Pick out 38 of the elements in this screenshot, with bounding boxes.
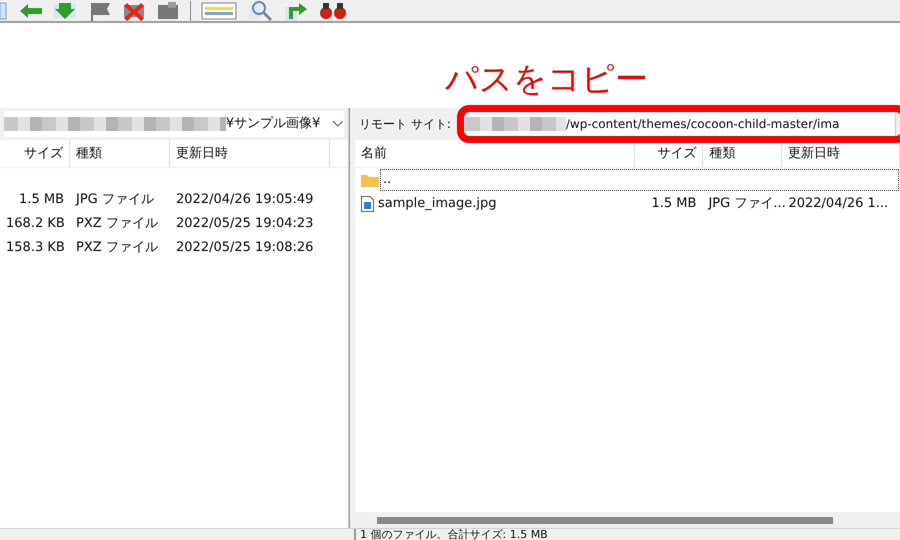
table-cell-text: 168.2 KB — [5, 215, 66, 234]
file-name[interactable]: .. — [383, 170, 392, 190]
table-cell-text: 158.3 KB — [5, 239, 66, 258]
folder-icon — [361, 173, 379, 187]
table-cell-text: JPG ファイル — [74, 191, 155, 210]
path-text: /wp-content/themes/cocoon-child-master/ima — [566, 116, 840, 133]
column-header[interactable]: サイズ — [0, 140, 70, 167]
window-icon[interactable] — [201, 0, 237, 21]
binoculars-icon[interactable] — [319, 0, 347, 21]
flag-icon[interactable] — [88, 0, 112, 21]
path-field[interactable]: /wp-content/themes/cocoon-child-master/ima — [464, 111, 896, 137]
table-cell-text: 1.5 MB — [650, 195, 698, 214]
file-name[interactable]: sample_image.jpg — [378, 194, 497, 214]
column-header[interactable]: サイズ — [634, 140, 704, 167]
table-cell-text: PXZ ファイル — [75, 215, 159, 234]
column-header[interactable]: 更新日時 — [170, 140, 330, 167]
arrow-down-icon[interactable] — [54, 0, 78, 21]
table-cell-text: JPG ファイ... — [706, 195, 782, 214]
path-field[interactable]: ¥サンプル画像¥ — [4, 111, 344, 137]
scrollbar-thumb[interactable] — [377, 516, 833, 524]
dropdown-icon[interactable] — [332, 120, 344, 128]
table-cell-text: PXZ ファイル — [75, 239, 159, 258]
annotation-label: パスをコピー — [445, 59, 648, 99]
table-cell-text: 2022/05/25 19:04:23 — [175, 215, 314, 234]
column-header[interactable]: 更新日時 — [782, 140, 900, 167]
table-cell-text: 2022/04/26 19:05:49 — [175, 191, 314, 210]
arrow-icon[interactable] — [283, 0, 309, 21]
table-cell-text: 2022/05/25 19:08:26 — [175, 239, 314, 258]
column-header[interactable]: 名前 — [355, 140, 635, 167]
column-header[interactable]: 種類 — [70, 140, 170, 167]
column-header[interactable]: 種類 — [703, 140, 782, 167]
status-text: 1 個のファイル。合計サイズ: 1.5 MB — [359, 529, 548, 540]
search-icon[interactable] — [247, 0, 273, 21]
table-cell-text: 1.5 MB — [18, 191, 65, 210]
path-text: ¥サンプル画像¥ — [226, 115, 320, 134]
cancel-icon[interactable] — [122, 0, 146, 21]
path-label: リモート サイト: — [359, 116, 451, 133]
image-file-icon — [361, 196, 374, 212]
